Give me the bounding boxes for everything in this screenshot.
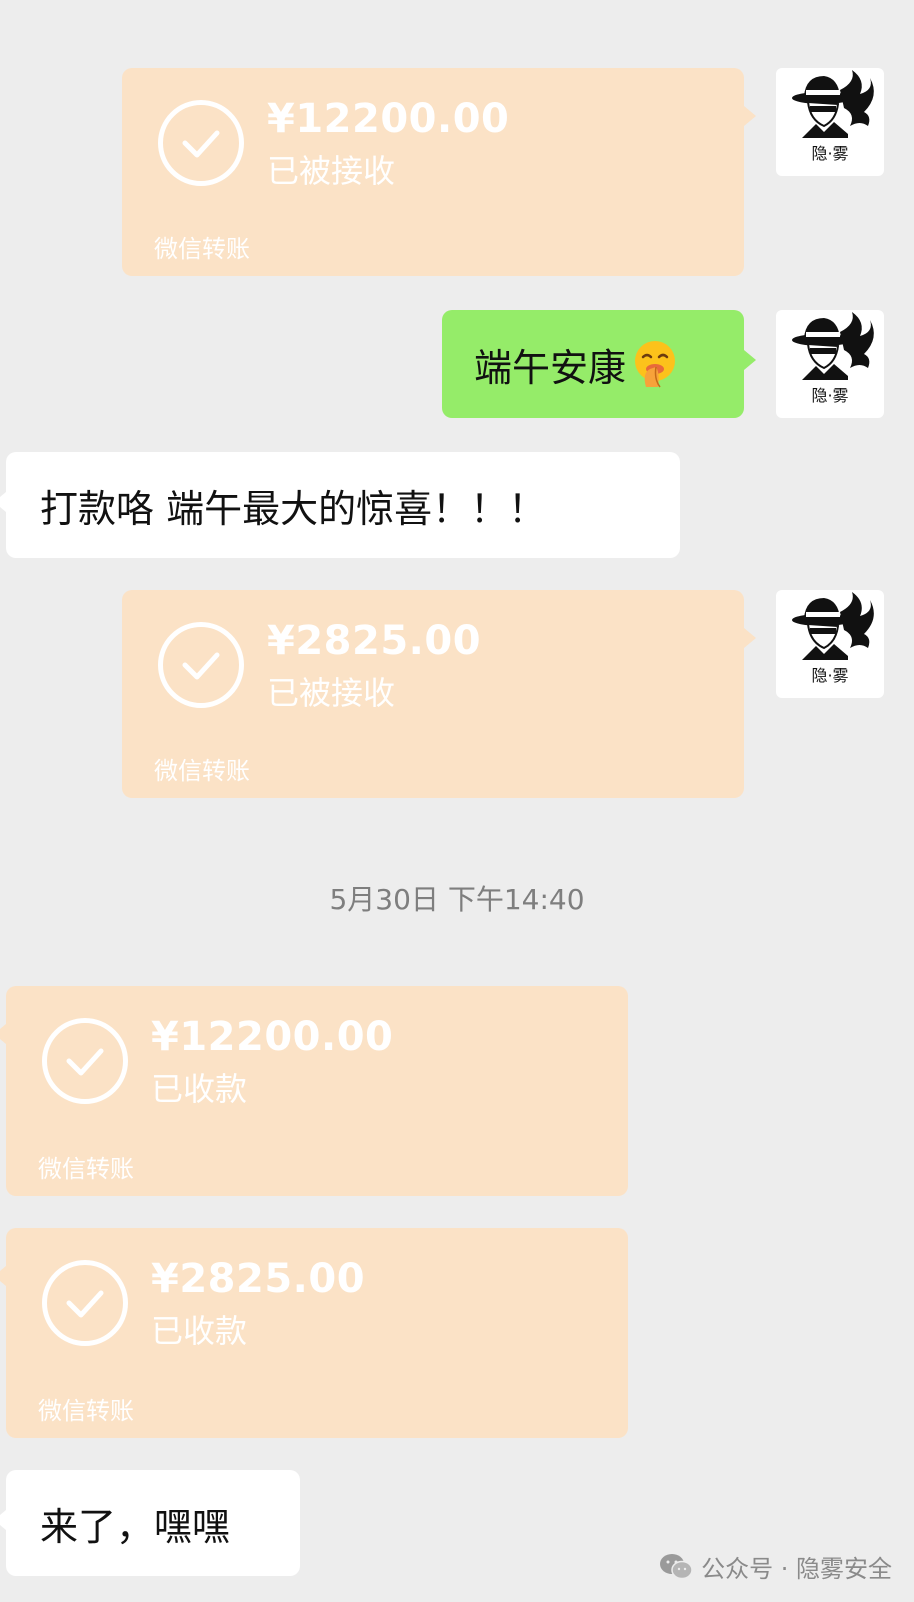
transfer-label: 微信转账 xyxy=(38,1397,134,1425)
watermark-text: 公众号 · 隐雾安全 xyxy=(701,1555,892,1583)
watermark: 公众号 · 隐雾安全 xyxy=(659,1549,892,1584)
avatar[interactable]: 隐·雾 xyxy=(776,590,884,698)
transfer-label: 微信转账 xyxy=(154,235,250,263)
transfer-card-sent-2825[interactable]: ¥2825.00 已被接收 微信转账 xyxy=(122,590,756,798)
transfer-label: 微信转账 xyxy=(154,757,250,785)
transfer-amount: ¥2825.00 xyxy=(151,1256,366,1302)
message-text: 端午安康 xyxy=(474,345,627,390)
bubble-tail xyxy=(0,1510,6,1530)
check-circle-icon xyxy=(42,1018,128,1104)
shushing-face-emoji-icon xyxy=(635,341,676,388)
transfer-status: 已收款 xyxy=(151,1070,248,1108)
chat-timestamp: 5月30日 下午14:40 xyxy=(329,883,585,916)
transfer-amount: ¥2825.00 xyxy=(267,618,482,664)
bubble-tail xyxy=(744,106,756,126)
check-circle-icon xyxy=(158,622,244,708)
transfer-label: 微信转账 xyxy=(38,1155,134,1183)
received-text-bubble[interactable]: 打款咯 端午最大的惊喜！！！ xyxy=(0,452,680,558)
bubble-tail xyxy=(0,1266,6,1286)
transfer-card-sent-12200[interactable]: ¥12200.00 已被接收 微信转账 xyxy=(122,68,756,276)
transfer-card-received-12200[interactable]: ¥12200.00 已收款 微信转账 xyxy=(0,986,628,1196)
transfer-status: 已被接收 xyxy=(267,152,396,190)
message-text: 打款咯 端午最大的惊喜！！！ xyxy=(40,486,547,531)
check-circle-icon xyxy=(42,1260,128,1346)
transfer-card-received-2825[interactable]: ¥2825.00 已收款 微信转账 xyxy=(0,1228,628,1438)
avatar[interactable]: 隐·雾 xyxy=(776,68,884,176)
avatar-brand-text: 隐·雾 xyxy=(811,666,849,685)
avatar[interactable]: 隐·雾 xyxy=(776,310,884,418)
bubble-tail xyxy=(744,628,756,648)
bubble-tail xyxy=(0,492,6,512)
transfer-status: 已收款 xyxy=(151,1312,248,1350)
transfer-amount: ¥12200.00 xyxy=(151,1014,394,1060)
avatar-brand-text: 隐·雾 xyxy=(811,144,849,163)
transfer-status: 已被接收 xyxy=(267,674,396,712)
sent-text-bubble[interactable]: 端午安康 xyxy=(442,310,756,418)
bubble-tail xyxy=(0,1024,6,1044)
wechat-icon xyxy=(660,1553,693,1579)
check-circle-icon xyxy=(158,100,244,186)
received-text-bubble[interactable]: 来了，嘿嘿 xyxy=(0,1470,300,1576)
avatar-brand-text: 隐·雾 xyxy=(811,386,849,405)
transfer-amount: ¥12200.00 xyxy=(267,96,510,142)
message-text: 来了，嘿嘿 xyxy=(40,1504,231,1549)
bubble-tail xyxy=(744,350,756,370)
